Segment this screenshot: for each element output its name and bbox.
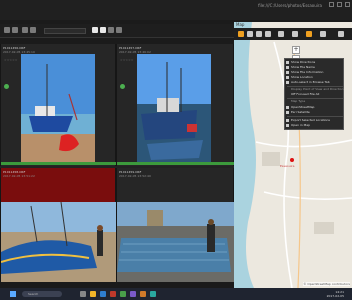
radio-icon (286, 111, 289, 114)
link-icon[interactable] (278, 31, 284, 37)
taskbar-search-input[interactable]: Search (22, 291, 62, 297)
menu-item-satellite[interactable]: Esri Satellite (285, 110, 345, 115)
tile-date: 2017-02-05 13:52:40 (119, 174, 151, 178)
checkbox-icon (286, 66, 289, 69)
map-panel[interactable]: Map + − Show Directions Show File Name S… (234, 22, 352, 288)
location-pin-icon[interactable] (290, 158, 294, 162)
photo-fish-market[interactable] (117, 202, 235, 282)
radio-icon (286, 106, 289, 109)
thumbnail-tile[interactable]: P1011459.ORF 2017-02-05 13:52:40 (116, 168, 235, 288)
app-icon[interactable] (110, 291, 116, 297)
app-icon[interactable] (140, 291, 146, 297)
color-label-bar (117, 162, 235, 165)
back-icon[interactable] (4, 27, 10, 33)
map-type-heading: Map Type (291, 99, 306, 103)
menu-item-pov-options[interactable]: Off Focused File All (285, 92, 345, 97)
checkbox-icon (286, 124, 289, 127)
settings-icon[interactable] (320, 31, 326, 37)
refresh-icon[interactable] (292, 31, 298, 37)
view-icon[interactable] (116, 27, 122, 33)
map-options-menu: Show Directions Show File Name Show File… (284, 58, 344, 130)
menu-item-auto-select[interactable]: Auto-select in Browse Tab (285, 80, 345, 85)
close-icon[interactable] (345, 2, 350, 7)
system-clock[interactable]: 14:21 2017-02-05 (327, 290, 344, 298)
locate-icon[interactable] (256, 31, 262, 37)
checkbox-icon (286, 61, 289, 64)
app-icon[interactable] (130, 291, 136, 297)
checkbox-icon (286, 81, 289, 84)
checkbox-icon (286, 71, 289, 74)
pin-icon[interactable] (238, 31, 244, 37)
window-controls (329, 2, 350, 7)
thumbnail-tile[interactable]: P1011456.ORF 2017-02-05 13:45:10 ☆☆☆☆☆ (0, 44, 117, 166)
green-label-icon (4, 84, 9, 89)
task-view-icon[interactable] (80, 291, 86, 297)
browse-toolbar (0, 24, 234, 38)
photo-boat-men[interactable] (1, 202, 117, 282)
maximize-icon[interactable] (337, 2, 342, 7)
windows-start-icon[interactable] (10, 291, 16, 297)
map-place-label: Essaouira (280, 164, 295, 168)
menu-item-open-in-map[interactable]: Open in Map (285, 123, 345, 128)
taskbar: Search 14:21 2017-02-05 (0, 288, 352, 300)
map-title: Map (236, 22, 245, 27)
edge-browser-icon[interactable] (100, 291, 106, 297)
window-url: file:///C:/Users/photos/Essaouira (258, 3, 322, 8)
star-icon[interactable] (92, 27, 98, 33)
zoom-in-button[interactable]: + (292, 46, 300, 54)
star-icon[interactable] (306, 31, 312, 37)
expand-icon[interactable] (265, 31, 271, 37)
search-input[interactable] (44, 28, 86, 34)
green-label-icon (120, 84, 125, 89)
app-icon[interactable] (150, 291, 156, 297)
color-label-bar (1, 162, 117, 165)
menu-divider (287, 116, 343, 117)
tile-date: 2017-02-05 13:51:22 (3, 174, 35, 178)
layers-icon[interactable] (247, 31, 253, 37)
map-attribution[interactable]: © OpenStreetMap contributors (303, 282, 350, 286)
flag-icon[interactable] (100, 27, 106, 33)
photo-boats-harbor[interactable] (137, 54, 211, 164)
title-bar: file:///C:/Users/photos/Essaouira (0, 0, 352, 20)
thumbnail-tile[interactable]: P1011457.ORF 2017-02-05 13:46:02 ☆☆☆☆☆ (116, 44, 235, 166)
thumbnail-tile-selected[interactable]: P1011458.ORF 2017-02-05 13:51:22 (0, 168, 117, 288)
gear-icon[interactable] (338, 31, 344, 37)
file-explorer-icon[interactable] (90, 291, 96, 297)
rating-stars[interactable]: ☆☆☆☆☆ (120, 58, 133, 62)
photo-boat-quay[interactable] (21, 54, 95, 164)
rating-stars[interactable]: ☆☆☆☆☆ (4, 58, 17, 62)
text-icon[interactable] (108, 27, 114, 33)
forward-icon[interactable] (12, 27, 18, 33)
thumbnail-grid: P1011456.ORF 2017-02-05 13:45:10 ☆☆☆☆☆ P… (0, 44, 235, 288)
checkbox-icon (286, 76, 289, 79)
map-toolbar (234, 28, 352, 40)
checkbox-icon (286, 119, 289, 122)
app-icon[interactable] (120, 291, 126, 297)
filter-icon[interactable] (30, 27, 36, 33)
minimize-icon[interactable] (329, 2, 334, 7)
sort-icon[interactable] (22, 27, 28, 33)
